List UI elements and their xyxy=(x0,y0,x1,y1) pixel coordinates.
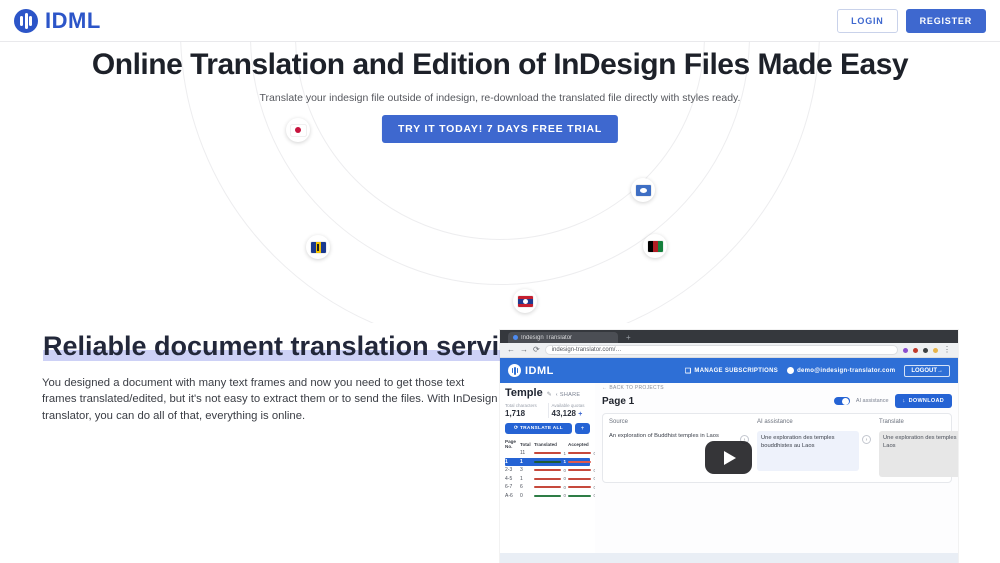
translation-input[interactable]: Une exploration des temples au Laos xyxy=(879,431,958,477)
download-button[interactable]: ↓ DOWNLOAD xyxy=(894,394,952,408)
new-tab-button[interactable]: + xyxy=(626,332,631,343)
project-name: Temple xyxy=(505,387,543,399)
app-header: IDML ❏ MANAGE SUBSCRIPTIONS demo@indesig… xyxy=(500,358,958,383)
back-icon[interactable]: ← xyxy=(507,346,515,354)
orbit-ring xyxy=(180,42,820,323)
share-link[interactable]: ‹ SHARE xyxy=(556,392,581,398)
ai-suggestion-text[interactable]: Une exploration des temples bouddhistes … xyxy=(757,431,859,471)
logout-icon: → xyxy=(937,367,943,374)
translation-panel: ← BACK TO PROJECTS Page 1 AI assistance ↓… xyxy=(595,383,958,563)
manage-subscriptions-link[interactable]: ❏ MANAGE SUBSCRIPTIONS xyxy=(685,367,778,375)
flag-laos-icon xyxy=(513,289,537,313)
free-trial-button[interactable]: TRY IT TODAY! 7 DAYS FREE TRIAL xyxy=(381,115,619,143)
header-actions: LOGIN REGISTER xyxy=(837,8,986,33)
menu-icon[interactable]: ⋮ xyxy=(943,346,951,354)
address-bar[interactable]: indesign-translator.com/… xyxy=(544,345,898,355)
copy-suggestion-icon[interactable]: › xyxy=(862,435,871,444)
demo-video[interactable]: Indesign Translator + ← → ⟳ indesign-tra… xyxy=(500,330,958,563)
hero-subtitle: Translate your indesign file outside of … xyxy=(259,92,741,104)
source-text: An exploration of Buddhist temples in La… xyxy=(609,433,719,439)
flag-micronesia-icon xyxy=(631,178,655,202)
account-email[interactable]: demo@indesign-translator.com xyxy=(787,367,895,374)
edit-icon[interactable]: ✎ xyxy=(547,391,552,398)
back-to-projects-link[interactable]: ← BACK TO PROJECTS xyxy=(602,385,952,391)
app-brand[interactable]: IDML xyxy=(508,364,554,377)
register-button[interactable]: REGISTER xyxy=(905,8,986,33)
flag-japan-icon xyxy=(286,118,310,142)
brand-logo[interactable]: IDML xyxy=(14,8,101,34)
person-icon xyxy=(787,367,795,374)
site-header: IDML LOGIN REGISTER xyxy=(0,0,1000,42)
export-mini-button[interactable]: + xyxy=(575,423,590,434)
logout-button[interactable]: LOGOUT→ xyxy=(904,364,950,377)
total-characters-value: 1,718 xyxy=(505,409,526,418)
ai-assistance-label: AI assistance xyxy=(855,398,889,404)
translation-table: Source AI assistance Translate An explor… xyxy=(602,413,958,483)
page-title: Page 1 xyxy=(602,395,635,407)
brand-name: IDML xyxy=(45,7,101,33)
login-button[interactable]: LOGIN xyxy=(837,8,898,33)
hero-title: Online Translation and Edition of InDesi… xyxy=(91,48,909,81)
translate-all-button[interactable]: ⟳ TRANSLATE ALL xyxy=(505,423,572,434)
play-button[interactable] xyxy=(705,441,752,474)
extension-icon[interactable] xyxy=(913,347,918,353)
play-icon xyxy=(724,450,736,465)
add-quota-button[interactable]: + xyxy=(578,411,582,418)
feature-body: You designed a document with many text f… xyxy=(42,377,498,422)
video-lower-area xyxy=(500,553,958,563)
total-characters-label: Total characters xyxy=(505,403,537,408)
flag-barbados-icon xyxy=(306,235,330,259)
translation-row: An exploration of Buddhist temples in La… xyxy=(609,431,958,477)
translate-all-icon: ⟳ xyxy=(513,426,519,431)
browser-tab-bar: Indesign Translator + xyxy=(500,330,958,343)
reload-icon[interactable]: ⟳ xyxy=(533,346,540,354)
quota-stats: Total characters 1,718 Available quotas … xyxy=(505,403,590,418)
flag-afghanistan-icon xyxy=(643,234,667,258)
extension-icon[interactable] xyxy=(903,347,908,353)
page-row[interactable]: 11 1 0 xyxy=(505,449,596,458)
feature-title: Reliable document translation service xyxy=(43,331,544,362)
ai-assistance-toggle[interactable] xyxy=(833,397,850,405)
favicon xyxy=(513,335,518,340)
idml-globe-icon xyxy=(508,364,521,377)
browser-toolbar: ← → ⟳ indesign-translator.com/… ⋮ xyxy=(500,343,958,358)
page-row[interactable]: 2-3 3 0 0 xyxy=(505,466,596,475)
tab-title: Indesign Translator xyxy=(521,334,573,341)
browser-tab[interactable]: Indesign Translator xyxy=(508,332,618,343)
page-row[interactable]: 6-7 6 0 0 xyxy=(505,483,596,492)
share-icon: ‹ xyxy=(555,392,558,398)
download-icon: ↓ xyxy=(902,398,906,404)
landing-page: IDML LOGIN REGISTER Online Translation a… xyxy=(0,0,1000,563)
project-sidebar: Temple ✎ ‹ SHARE Total characters 1,718 A… xyxy=(500,383,596,563)
idml-globe-icon xyxy=(14,8,38,33)
forward-icon[interactable]: → xyxy=(520,346,528,354)
pages-table: Page No. Total Translated Accepted 11 1 … xyxy=(505,439,596,501)
profile-avatar[interactable] xyxy=(933,347,938,353)
bookmark-icon: ❏ xyxy=(684,367,692,375)
available-quotas-label: Available quotas xyxy=(551,403,585,408)
hero-decoration xyxy=(0,42,1000,323)
extension-icon[interactable] xyxy=(923,347,928,353)
back-icon: ← xyxy=(602,385,608,391)
available-quotas-value: 43,128 + xyxy=(551,409,583,418)
page-row[interactable]: A-6 0 0 0 xyxy=(505,492,596,501)
page-row[interactable]: 4-5 1 0 0 xyxy=(505,475,596,484)
page-row-selected[interactable]: 1 1 1 0 xyxy=(505,457,596,467)
